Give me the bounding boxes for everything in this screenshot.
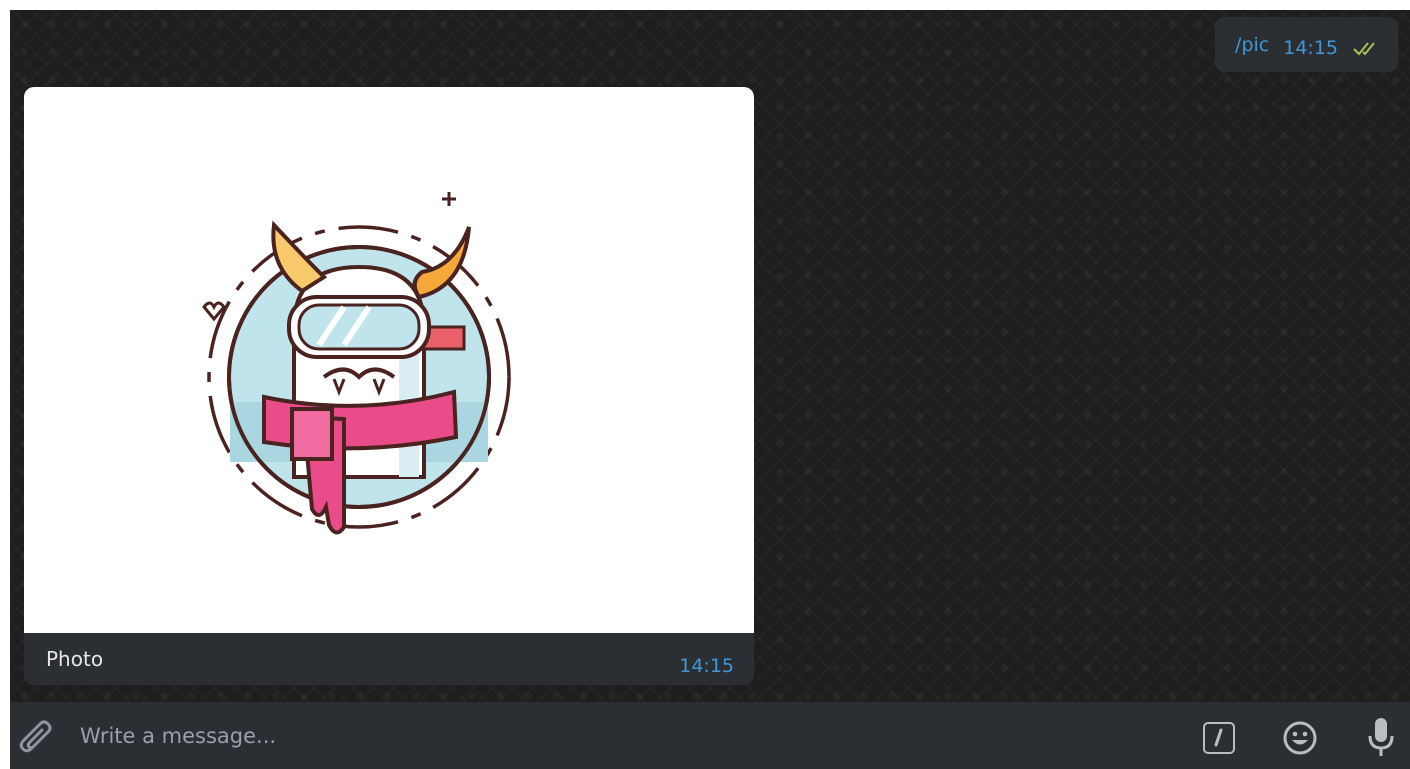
message-time: 14:15: [1283, 36, 1338, 59]
bot-command-icon[interactable]: [1203, 722, 1235, 754]
double-check-icon: [1353, 41, 1375, 55]
photo[interactable]: [24, 87, 754, 633]
message-text[interactable]: /pic: [1235, 34, 1269, 56]
microphone-icon[interactable]: [1366, 716, 1396, 758]
outgoing-message[interactable]: /pic 14:15: [1215, 17, 1398, 72]
chat-area: /pic 14:15 Photo 14:15: [10, 10, 1410, 702]
message-input[interactable]: [80, 716, 1160, 756]
message-time: 14:15: [679, 655, 734, 677]
message-composer: [10, 702, 1410, 769]
incoming-photo-message[interactable]: Photo 14:15: [24, 87, 754, 685]
paperclip-icon[interactable]: [18, 720, 56, 758]
photo-caption: Photo: [46, 647, 104, 671]
monster-illustration: [202, 192, 511, 535]
emoji-icon[interactable]: [1282, 720, 1318, 756]
